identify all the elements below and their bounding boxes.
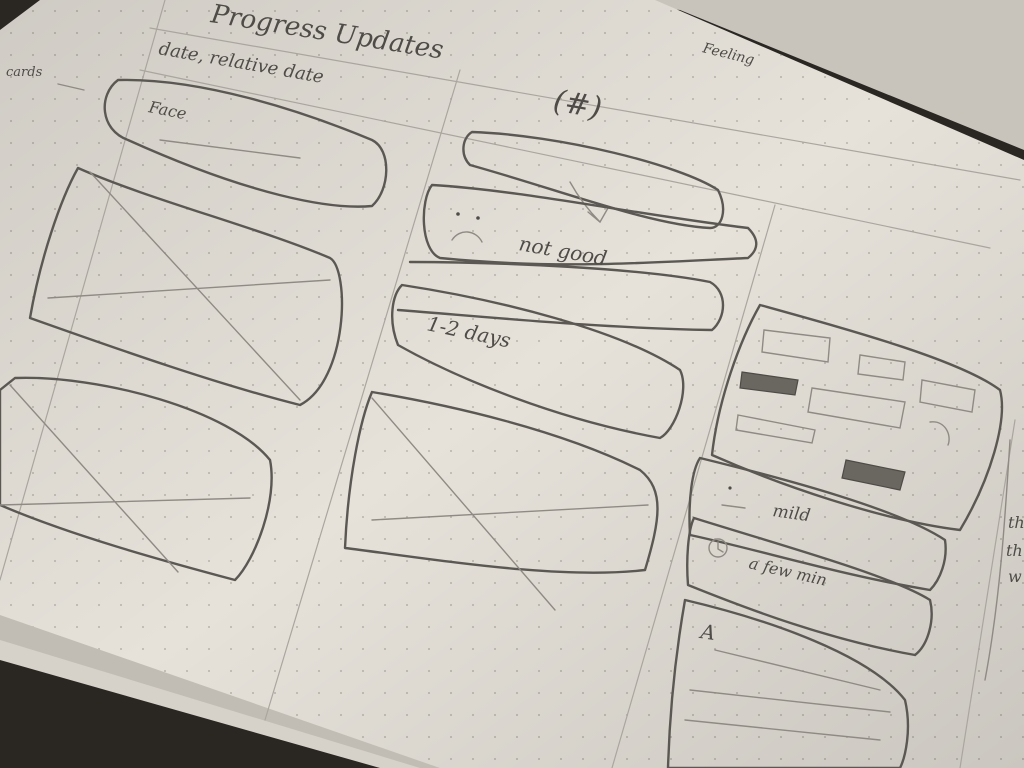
sketch-drawing: Progress Updates Feeling cards date, rel…	[0, 0, 1024, 768]
right-edge-note-2: th	[1006, 541, 1023, 560]
right-edge-note-1: th	[1008, 513, 1024, 532]
right-edge-note-3: w	[1008, 567, 1022, 586]
left-margin-note: cards	[6, 65, 43, 80]
notebook-photo: Progress Updates Feeling cards date, rel…	[0, 0, 1024, 768]
